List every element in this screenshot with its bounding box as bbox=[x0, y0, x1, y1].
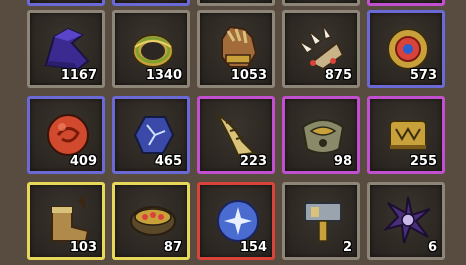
inventory-slot-partial[interactable] bbox=[197, 0, 275, 6]
inventory-slot-crystal[interactable]: 465 bbox=[112, 96, 190, 174]
inventory-grid: 1167 1340 1053 875 573 409 465 223 98 255 103 87 154… bbox=[0, 0, 466, 265]
inventory-slot-boot[interactable]: 103 bbox=[27, 182, 105, 260]
inventory-slot-claw[interactable]: 875 bbox=[282, 10, 360, 88]
item-count: 1340 bbox=[145, 68, 182, 83]
inventory-slot-gem[interactable]: 154 bbox=[197, 182, 275, 260]
inventory-slot-cap[interactable]: 1167 bbox=[27, 10, 105, 88]
inventory-slot-partial[interactable] bbox=[367, 0, 445, 6]
inventory-slot-partial[interactable] bbox=[112, 0, 190, 6]
amulet-icon bbox=[378, 19, 438, 75]
star-gem-icon bbox=[208, 191, 268, 247]
boot-icon bbox=[38, 191, 98, 247]
claw-icon bbox=[293, 19, 353, 75]
item-count: 573 bbox=[409, 68, 437, 83]
item-count: 1053 bbox=[230, 68, 267, 83]
inventory-slot-bracer[interactable]: 98 bbox=[282, 96, 360, 174]
inventory-slot-hammer[interactable]: 2 bbox=[282, 182, 360, 260]
shuriken-icon bbox=[378, 191, 438, 247]
crystal-stone-icon bbox=[123, 105, 183, 161]
jeweled-belt-icon bbox=[123, 191, 183, 247]
item-count: 255 bbox=[409, 154, 437, 169]
ring-icon bbox=[123, 19, 183, 75]
item-count: 223 bbox=[239, 154, 267, 169]
item-count: 875 bbox=[324, 68, 352, 83]
hammer-icon bbox=[293, 191, 353, 247]
item-count: 2 bbox=[342, 240, 352, 255]
inventory-slot-glove[interactable]: 1053 bbox=[197, 10, 275, 88]
inventory-slot-orb[interactable]: 409 bbox=[27, 96, 105, 174]
item-count: 6 bbox=[427, 240, 437, 255]
item-count: 98 bbox=[333, 154, 352, 169]
bracer-icon bbox=[293, 105, 353, 161]
inventory-slot-horn[interactable]: 223 bbox=[197, 96, 275, 174]
inventory-slot-partial[interactable] bbox=[282, 0, 360, 6]
gauntlet-icon bbox=[208, 19, 268, 75]
item-count: 103 bbox=[69, 240, 97, 255]
inventory-slot-ring[interactable]: 1340 bbox=[112, 10, 190, 88]
horn-icon bbox=[208, 105, 268, 161]
item-count: 465 bbox=[154, 154, 182, 169]
wizard-hat-icon bbox=[38, 19, 98, 75]
inventory-slot-amulet[interactable]: 573 bbox=[367, 10, 445, 88]
item-count: 409 bbox=[69, 154, 97, 169]
inventory-slot-band[interactable]: 255 bbox=[367, 96, 445, 174]
inventory-slot-belt[interactable]: 87 bbox=[112, 182, 190, 260]
red-orb-icon bbox=[38, 105, 98, 161]
item-count: 87 bbox=[163, 240, 182, 255]
inventory-slot-shuriken[interactable]: 6 bbox=[367, 182, 445, 260]
inventory-slot-partial[interactable] bbox=[27, 0, 105, 6]
item-count: 154 bbox=[239, 240, 267, 255]
item-count: 1167 bbox=[60, 68, 97, 83]
bracelet-icon bbox=[378, 105, 438, 161]
